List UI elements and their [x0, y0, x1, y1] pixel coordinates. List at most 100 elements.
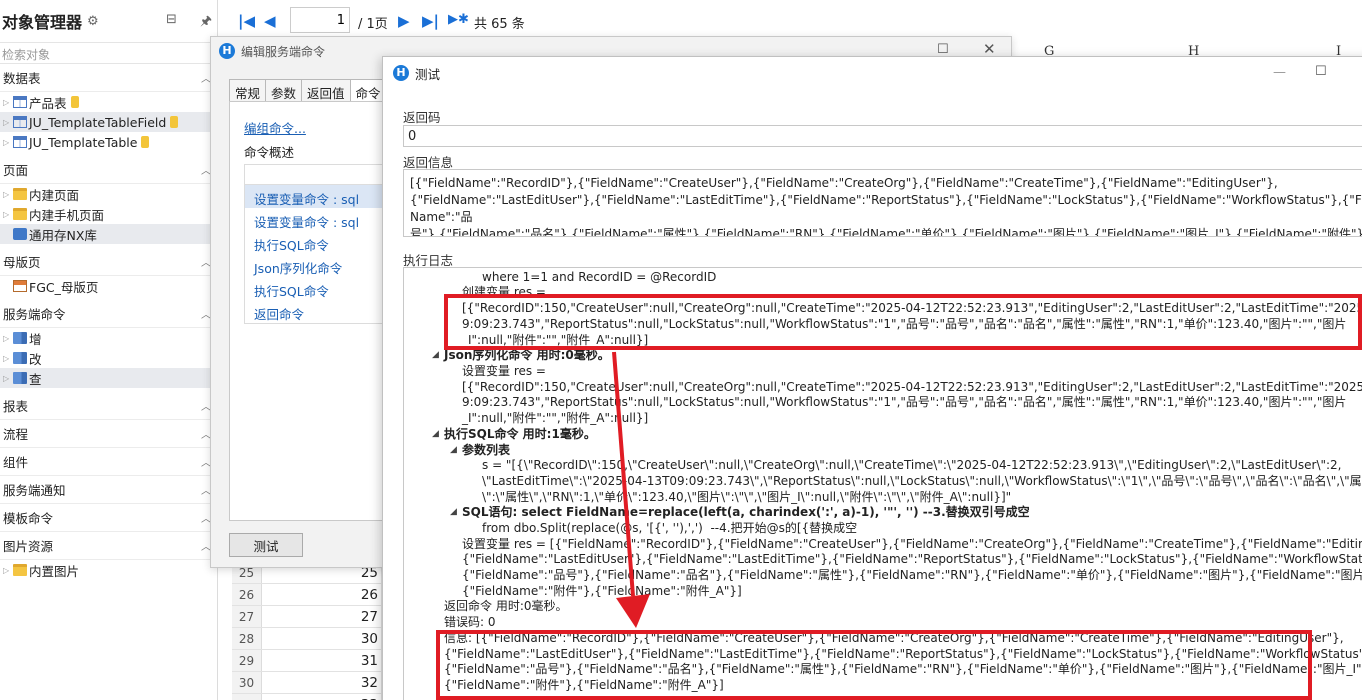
- expand-arrow-icon[interactable]: ▷: [3, 98, 13, 107]
- tree-item-cmd[interactable]: ▷ 查: [0, 368, 217, 388]
- log-line: 设置变量 res = [{"FieldName":"RecordID"},{"F…: [462, 537, 1362, 551]
- return-info-field[interactable]: [{"FieldName":"RecordID"},{"FieldName":"…: [403, 169, 1362, 237]
- tree-item-label: JU_TemplateTableField: [29, 114, 167, 130]
- tree-item-label: 内建页面: [29, 187, 80, 203]
- command-item[interactable]: 执行SQL命令: [245, 231, 400, 254]
- last-page-icon[interactable]: ▶|: [422, 12, 439, 30]
- table-row[interactable]: 3133: [232, 694, 382, 700]
- table-row[interactable]: 26 26: [232, 584, 382, 606]
- section-notify[interactable]: 服务端通知 ︿: [0, 476, 217, 504]
- tree-item-table[interactable]: ▷ JU_TemplateTableField: [0, 112, 217, 132]
- gear-icon[interactable]: ⚙: [87, 14, 99, 29]
- tree-item-master[interactable]: FGC_母版页: [0, 276, 217, 296]
- section-components[interactable]: 组件 ︿: [0, 448, 217, 476]
- section-tables[interactable]: 数据表 ︿: [0, 64, 217, 92]
- object-manager-panel: 对象管理器 ⚙ ⊟ 检索对象 数据表 ︿ ▷ 产品表 ▷ JU_TemplateTab…: [0, 0, 218, 700]
- log-line: \":\"属性\",\"RN\":1,\"单价\":123.40,\"图片\":…: [482, 490, 1012, 504]
- page-number-input[interactable]: [290, 7, 350, 33]
- object-search-input[interactable]: 检索对象: [0, 42, 217, 64]
- section-server-cmd[interactable]: 服务端命令 ︿: [0, 300, 217, 328]
- cell-value[interactable]: 27: [262, 606, 382, 627]
- object-manager-title: 对象管理器: [2, 13, 83, 32]
- table-row[interactable]: 30 32: [232, 672, 382, 694]
- edit-commands-link[interactable]: 编组命令...: [244, 118, 306, 137]
- expand-arrow-icon[interactable]: ▷: [3, 566, 13, 575]
- table-row[interactable]: 28 30: [232, 628, 382, 650]
- tree-item-folder[interactable]: ▷ 内建手机页面: [0, 204, 217, 224]
- log-line: 参数列表: [462, 443, 511, 457]
- next-page-icon[interactable]: ▶: [398, 12, 410, 30]
- key-icon: [141, 136, 150, 148]
- tree-item-label: 内置图片: [29, 563, 80, 579]
- collapse-all-icon[interactable]: ⊟: [166, 12, 177, 27]
- section-pages[interactable]: 页面 ︿: [0, 156, 217, 184]
- collapse-arrow-icon[interactable]: ◢: [432, 427, 439, 443]
- table-row[interactable]: 27 27: [232, 606, 382, 628]
- pin-icon[interactable]: 🖈: [200, 12, 212, 34]
- key-icon: [170, 116, 179, 128]
- table-row[interactable]: 29 31: [232, 650, 382, 672]
- collapse-arrow-icon[interactable]: ◢: [450, 505, 457, 521]
- command-overview-label: 命令概述: [244, 145, 295, 160]
- log-line: 9:09:23.743","ReportStatus":null,"LockSt…: [462, 395, 1347, 409]
- row-number: 30: [232, 672, 262, 693]
- dialog-title: 测试: [415, 66, 441, 82]
- tree-item-page[interactable]: 通用存NX库: [0, 224, 217, 244]
- section-label: 流程: [3, 427, 29, 442]
- row-number: 31: [232, 694, 262, 700]
- command-item[interactable]: 执行SQL命令: [245, 277, 400, 300]
- tree-item-cmd[interactable]: ▷ 增: [0, 328, 217, 348]
- return-code-field[interactable]: 0: [403, 125, 1362, 147]
- command-item[interactable]: 设置变量命令 : sql: [245, 185, 400, 208]
- log-line: 错误码: 0: [444, 615, 496, 629]
- section-reports[interactable]: 报表 ︿: [0, 392, 217, 420]
- first-page-icon[interactable]: |◀: [238, 12, 255, 30]
- tree-item-folder[interactable]: ▷ 内置图片: [0, 560, 217, 580]
- object-manager-header: 对象管理器 ⚙ ⊟: [0, 0, 217, 42]
- expand-arrow-icon[interactable]: ▷: [3, 138, 13, 147]
- tree-item-label: FGC_母版页: [29, 279, 99, 295]
- tree-item-label: 产品表: [29, 95, 67, 111]
- section-images[interactable]: 图片资源 ︿: [0, 532, 217, 560]
- cell-value[interactable]: 33: [262, 694, 382, 700]
- maximize-icon[interactable]: ☐: [1315, 64, 1327, 79]
- log-line: 执行SQL命令 用时:1毫秒。: [444, 427, 596, 441]
- section-master[interactable]: 母版页 ︿: [0, 248, 217, 276]
- dialog-title-bar[interactable]: H 测试: [383, 57, 1362, 89]
- new-record-icon[interactable]: ▶✱: [448, 12, 469, 27]
- minimize-icon[interactable]: —: [1273, 65, 1286, 80]
- expand-arrow-icon[interactable]: ▷: [3, 210, 13, 219]
- tree-item-table[interactable]: ▷ JU_TemplateTable: [0, 132, 217, 152]
- section-template-cmd[interactable]: 模板命令 ︿: [0, 504, 217, 532]
- prev-page-icon[interactable]: ◀: [264, 12, 276, 30]
- cell-value[interactable]: 26: [262, 584, 382, 605]
- tree-item-label: 增: [29, 331, 42, 347]
- expand-arrow-icon[interactable]: ▷: [3, 334, 13, 343]
- cell-value[interactable]: 31: [262, 650, 382, 671]
- maximize-icon[interactable]: ☐: [937, 42, 949, 57]
- expand-arrow-icon[interactable]: ▷: [3, 190, 13, 199]
- command-item[interactable]: Json序列化命令: [245, 254, 400, 277]
- row-number: 26: [232, 584, 262, 605]
- tree-item-cmd[interactable]: ▷ 改: [0, 348, 217, 368]
- command-item[interactable]: 设置变量命令 : sql: [245, 208, 400, 231]
- table-icon: [13, 136, 27, 148]
- collapse-arrow-icon[interactable]: ◢: [432, 348, 439, 364]
- section-label: 页面: [3, 163, 29, 178]
- row-number: 29: [232, 650, 262, 671]
- section-flow[interactable]: 流程 ︿: [0, 420, 217, 448]
- log-line: {"FieldName":"附件"},{"FieldName":"附件_A"}]: [462, 584, 742, 598]
- cell-value[interactable]: 30: [262, 628, 382, 649]
- command-item[interactable]: 返回命令: [245, 300, 400, 323]
- tree-item-folder[interactable]: ▷ 内建页面: [0, 184, 217, 204]
- expand-arrow-icon[interactable]: ▷: [3, 374, 13, 383]
- test-button[interactable]: 测试: [229, 533, 303, 557]
- tree-item-table[interactable]: ▷ 产品表: [0, 92, 217, 112]
- expand-arrow-icon[interactable]: ▷: [3, 118, 13, 127]
- cell-value[interactable]: 32: [262, 672, 382, 693]
- collapse-arrow-icon[interactable]: ◢: [450, 443, 457, 459]
- expand-arrow-icon[interactable]: ▷: [3, 354, 13, 363]
- log-line: {"FieldName":"品号"},{"FieldName":"品名"},{"…: [462, 568, 1362, 582]
- folder-icon: [13, 208, 27, 220]
- table-icon: [13, 96, 27, 108]
